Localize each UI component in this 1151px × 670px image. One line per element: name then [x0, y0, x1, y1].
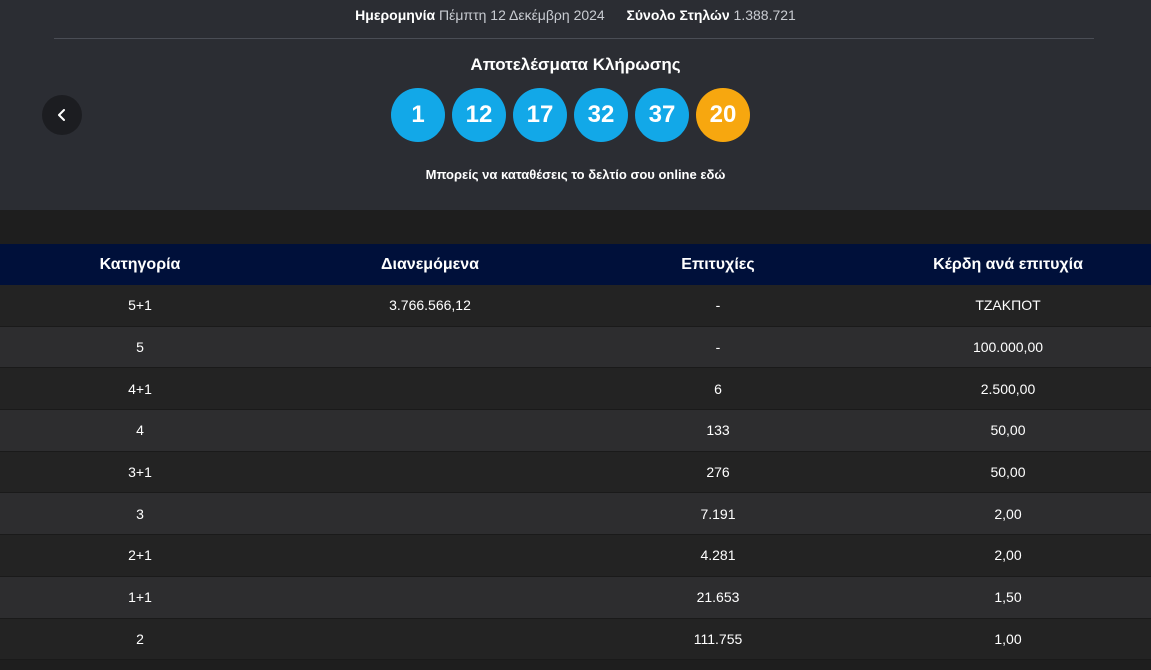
cell-winners: - [715, 297, 721, 314]
table-row: 3+1 276 50,00 [0, 451, 1151, 494]
cell-winners: 6 [714, 380, 722, 397]
prize-table: Κατηγορία Διανεμόμενα Επιτυχίες Κέρδη αν… [0, 244, 1151, 661]
header-winners: Επιτυχίες [681, 255, 755, 273]
cell-winners: 4.281 [700, 547, 736, 564]
header-category: Κατηγορία [99, 255, 181, 273]
winning-numbers: 1 12 17 32 37 20 [391, 88, 750, 142]
cell-category: 2+1 [128, 547, 152, 564]
table-row: 3 7.191 2,00 [0, 493, 1151, 536]
table-row: 2+1 4.281 2,00 [0, 535, 1151, 577]
results-title: Αποτελέσματα Κλήρωσης [470, 55, 681, 74]
table-row: 5+1 3.766.566,12 - ΤΖΑΚΠΟΤ [0, 285, 1151, 327]
date-value: Πέμπτη 12 Δεκέμβρη 2024 [439, 7, 605, 23]
number-ball: 32 [574, 88, 628, 142]
cell-category: 2 [136, 630, 144, 647]
number-ball: 12 [452, 88, 506, 142]
cell-category: 3+1 [128, 464, 152, 481]
cell-prize: 1,50 [994, 589, 1022, 606]
number-ball: 17 [513, 88, 567, 142]
cell-category: 5 [136, 339, 144, 356]
cell-distributed: 3.766.566,12 [389, 297, 471, 314]
cell-category: 4 [136, 422, 144, 439]
cell-prize: ΤΖΑΚΠΟΤ [975, 297, 1041, 314]
cell-winners: 276 [706, 464, 730, 481]
cell-winners: 21.653 [696, 589, 740, 606]
divider [54, 38, 1094, 39]
columns-value: 1.388.721 [733, 7, 796, 23]
cell-prize: 2.500,00 [980, 380, 1036, 397]
cell-winners: 7.191 [700, 505, 736, 522]
cell-winners: - [715, 339, 721, 356]
header-distributed: Διανεμόμενα [381, 255, 479, 273]
cell-prize: 50,00 [990, 464, 1026, 481]
chevron-left-icon [58, 109, 65, 121]
date-label: Ημερομηνία [355, 7, 436, 23]
cell-prize: 1,00 [994, 630, 1022, 647]
table-header: Κατηγορία Διανεμόμενα Επιτυχίες Κέρδη αν… [0, 244, 1151, 285]
table-row: 4+1 6 2.500,00 [0, 368, 1151, 411]
cell-category: 5+1 [128, 297, 152, 314]
cell-category: 3 [136, 505, 144, 522]
number-ball: 1 [391, 88, 445, 142]
spacer [0, 210, 1151, 244]
cell-category: 1+1 [128, 589, 152, 606]
draw-info: Ημερομηνία Πέμπτη 12 Δεκέμβρη 2024 Σύνολ… [0, 7, 1151, 23]
cell-winners: 133 [706, 422, 730, 439]
cell-prize: 2,00 [994, 547, 1022, 564]
columns-label: Σύνολο Στηλών [626, 7, 730, 23]
table-row: 4 133 50,00 [0, 410, 1151, 452]
draw-panel: Ημερομηνία Πέμπτη 12 Δεκέμβρη 2024 Σύνολ… [0, 0, 1151, 210]
table-row: 5 - 100.000,00 [0, 326, 1151, 369]
table-row: 1+1 21.653 1,50 [0, 576, 1151, 619]
cell-prize: 2,00 [994, 505, 1022, 522]
cell-prize: 50,00 [990, 422, 1026, 439]
number-ball: 37 [635, 88, 689, 142]
header-prize: Κέρδη ανά επιτυχία [933, 255, 1083, 273]
cell-category: 4+1 [128, 380, 152, 397]
cell-winners: 111.755 [693, 630, 743, 647]
previous-draw-button[interactable] [42, 95, 82, 135]
table-row: 2 111.755 1,00 [0, 618, 1151, 661]
online-submit-link[interactable]: Μπορείς να καταθέσεις το δελτίο σου onli… [0, 167, 1151, 182]
cell-prize: 100.000,00 [972, 339, 1044, 356]
bonus-ball: 20 [696, 88, 750, 142]
